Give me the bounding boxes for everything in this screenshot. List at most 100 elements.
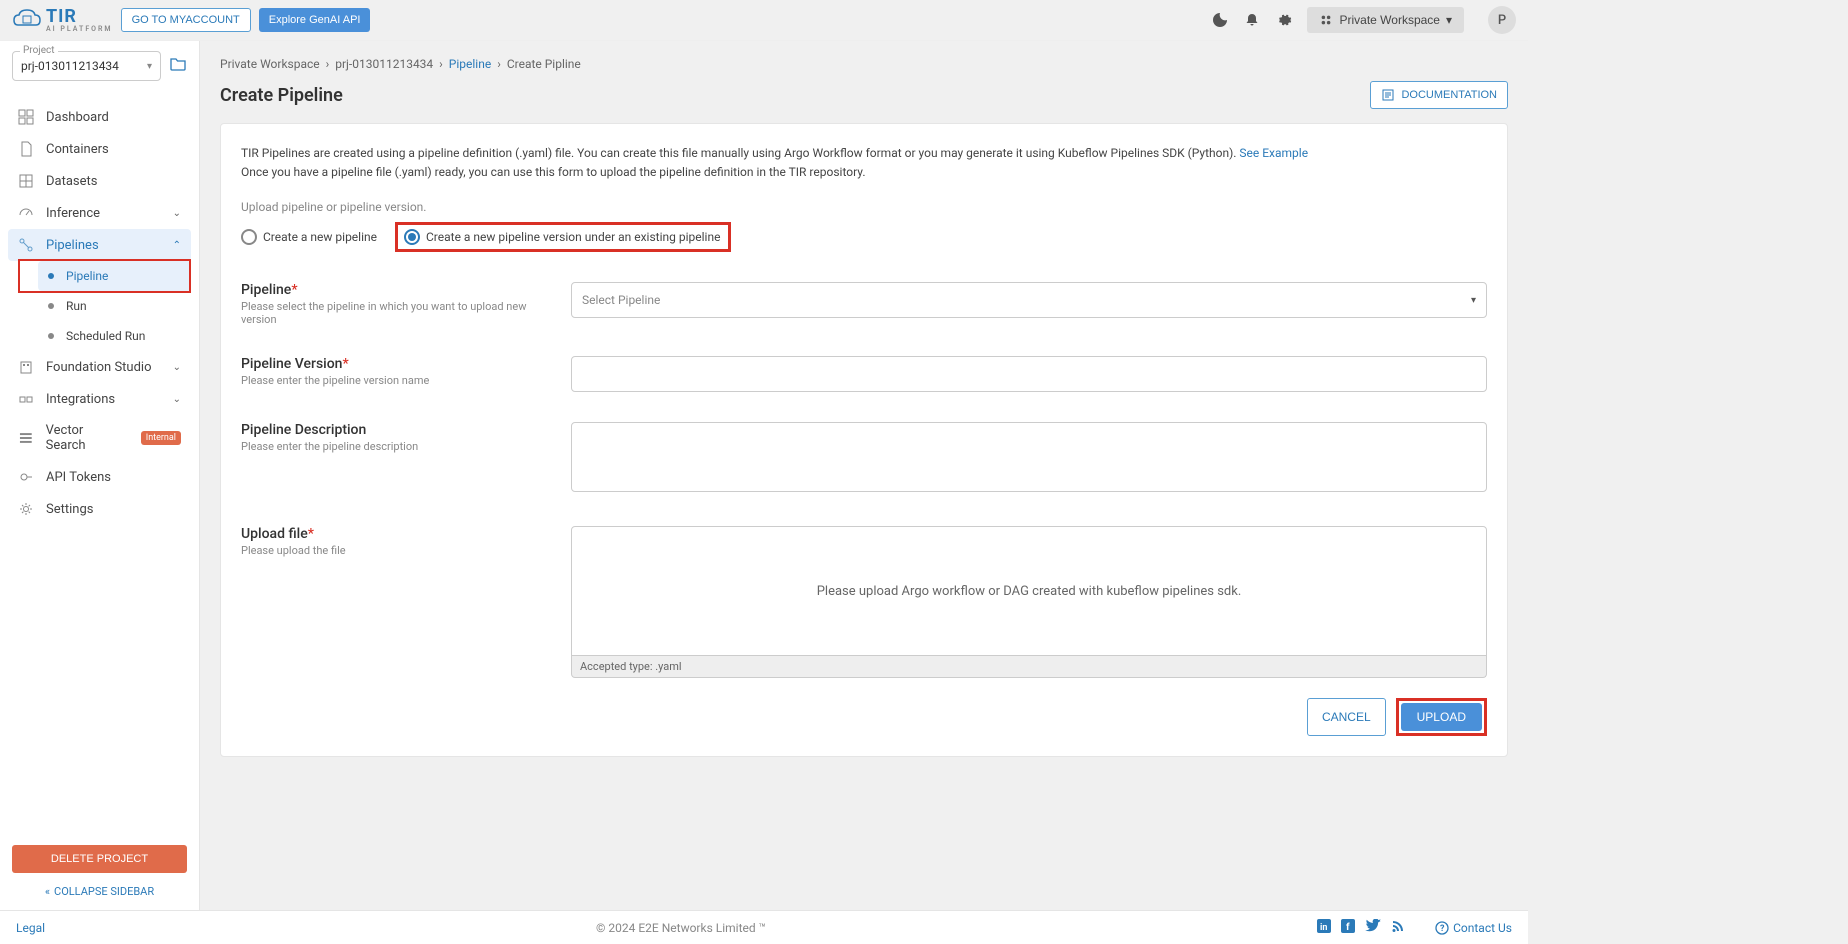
field-desc-version: Please enter the pipeline version name [241, 374, 541, 387]
radio-icon [404, 229, 420, 245]
grid-icon [18, 173, 34, 189]
bell-icon[interactable] [1243, 11, 1261, 29]
radio-icon [241, 229, 257, 245]
sidebar-item-label: Pipelines [46, 238, 99, 253]
svg-text:f: f [1346, 922, 1350, 933]
breadcrumb: Private Workspace› prj-013011213434› Pip… [220, 57, 1508, 71]
collapse-sidebar-button[interactable]: « COLLAPSE SIDEBAR [12, 885, 187, 898]
see-example-link[interactable]: See Example [1239, 146, 1308, 160]
sidebar-item-label: Datasets [46, 174, 98, 189]
chevron-down-icon: ⌄ [173, 208, 181, 219]
legal-link[interactable]: Legal [16, 921, 45, 935]
sidebar-item-label: Containers [46, 142, 109, 157]
field-desc-upload: Please upload the file [241, 544, 541, 557]
doc-button-label: DOCUMENTATION [1401, 89, 1497, 101]
logo-title: TIR [46, 8, 113, 26]
cancel-button[interactable]: CANCEL [1307, 698, 1386, 736]
sidebar-item-scheduled-run[interactable]: Scheduled Run [38, 321, 191, 351]
internal-badge: Internal [141, 431, 181, 445]
radio-label: Create a new pipeline version under an e… [426, 230, 720, 244]
chevron-down-icon: ⌄ [173, 362, 181, 373]
workspace-label: Private Workspace [1339, 13, 1439, 27]
footer: Legal © 2024 E2E Networks Limited ™ in f… [0, 910, 1528, 944]
sidebar-item-inference[interactable]: Inference ⌄ [8, 197, 191, 229]
sidebar-item-label: Inference [46, 206, 100, 221]
bullet-icon [48, 273, 54, 279]
folder-icon[interactable] [169, 55, 187, 77]
breadcrumb-item: Create Pipline [507, 57, 581, 71]
dark-mode-icon[interactable] [1211, 11, 1229, 29]
upload-section-label: Upload pipeline or pipeline version. [241, 200, 1487, 214]
document-icon [18, 141, 34, 157]
avatar[interactable]: P [1488, 6, 1516, 34]
doc-icon [1381, 88, 1395, 102]
radio-create-new-version[interactable]: Create a new pipeline version under an e… [404, 229, 720, 245]
sidebar-item-pipelines[interactable]: Pipelines ⌃ [8, 229, 191, 261]
page-title: Create Pipeline [220, 85, 343, 106]
upload-file-dropzone[interactable]: Please upload Argo workflow or DAG creat… [571, 526, 1487, 656]
sidebar-item-foundation[interactable]: Foundation Studio ⌄ [8, 351, 191, 383]
main-content: Private Workspace› prj-013011213434› Pip… [200, 41, 1528, 910]
pipeline-select[interactable]: Select Pipeline ▾ [571, 282, 1487, 318]
chevron-up-icon: ⌃ [173, 240, 181, 251]
building-icon [18, 359, 34, 375]
gear-icon[interactable] [1275, 11, 1293, 29]
rss-icon[interactable] [1391, 919, 1405, 936]
contact-link[interactable]: Contact Us [1453, 921, 1512, 935]
help-icon[interactable]: ? Contact Us [1435, 921, 1512, 935]
facebook-icon[interactable]: f [1341, 919, 1355, 936]
breadcrumb-item[interactable]: prj-013011213434 [335, 57, 433, 71]
go-myaccount-button[interactable]: GO TO MYACCOUNT [121, 8, 251, 32]
upload-hint: Accepted type: .yaml [571, 656, 1487, 678]
sidebar-item-containers[interactable]: Containers [8, 133, 191, 165]
gear-icon [18, 501, 34, 517]
sidebar: Project prj-013011213434 ▾ Dashboard [0, 41, 200, 910]
project-selector[interactable]: Project prj-013011213434 ▾ [12, 51, 161, 81]
sidebar-item-datasets[interactable]: Datasets [8, 165, 191, 197]
delete-project-button[interactable]: DELETE PROJECT [12, 845, 187, 873]
logo-subtitle: AI PLATFORM [46, 26, 113, 33]
sidebar-item-run[interactable]: Run [38, 291, 191, 321]
logo-icon [12, 7, 42, 33]
project-value: prj-013011213434 [21, 59, 119, 73]
list-icon [18, 430, 34, 446]
radio-label: Create a new pipeline [263, 230, 377, 244]
sidebar-item-vector[interactable]: Vector Search Internal [8, 415, 191, 461]
pipeline-version-input[interactable] [571, 356, 1487, 392]
sidebar-item-label: Settings [46, 502, 93, 517]
integration-icon [18, 391, 34, 407]
sidebar-item-settings[interactable]: Settings [8, 493, 191, 525]
pipeline-description-input[interactable] [571, 422, 1487, 492]
breadcrumb-item[interactable]: Pipeline [449, 57, 491, 71]
project-label: Project [20, 45, 58, 56]
documentation-button[interactable]: DOCUMENTATION [1370, 81, 1508, 109]
select-placeholder: Select Pipeline [582, 293, 660, 307]
logo[interactable]: TIR AI PLATFORM [12, 7, 113, 33]
field-label-upload: Upload file* [241, 526, 541, 542]
breadcrumb-item[interactable]: Private Workspace [220, 57, 320, 71]
copyright-text: © 2024 E2E Networks Limited ™ [45, 921, 1317, 935]
sidebar-item-dashboard[interactable]: Dashboard [8, 101, 191, 133]
svg-text:in: in [1320, 923, 1327, 933]
workspace-selector[interactable]: Private Workspace ▾ [1307, 7, 1464, 33]
sidebar-item-api-tokens[interactable]: API Tokens [8, 461, 191, 493]
highlight-annotation: UPLOAD [1396, 698, 1487, 736]
radio-create-new-pipeline[interactable]: Create a new pipeline [241, 229, 377, 245]
linkedin-icon[interactable]: in [1317, 919, 1331, 936]
pipeline-icon [18, 237, 34, 253]
sidebar-item-pipeline[interactable]: Pipeline [38, 261, 191, 291]
explore-api-button[interactable]: Explore GenAI API [259, 8, 371, 32]
field-label-pipeline: Pipeline* [241, 282, 541, 298]
chevron-down-icon: ⌄ [173, 394, 181, 405]
sidebar-item-integrations[interactable]: Integrations ⌄ [8, 383, 191, 415]
sidebar-item-label: API Tokens [46, 470, 111, 485]
workspace-icon [1319, 13, 1333, 27]
twitter-icon[interactable] [1365, 919, 1381, 936]
bullet-icon [48, 333, 54, 339]
field-desc-description: Please enter the pipeline description [241, 440, 541, 453]
upload-button[interactable]: UPLOAD [1401, 703, 1482, 731]
gauge-icon [18, 205, 34, 221]
dashboard-icon [18, 109, 34, 125]
sidebar-item-label: Scheduled Run [66, 329, 145, 343]
sidebar-item-label: Run [66, 299, 87, 313]
